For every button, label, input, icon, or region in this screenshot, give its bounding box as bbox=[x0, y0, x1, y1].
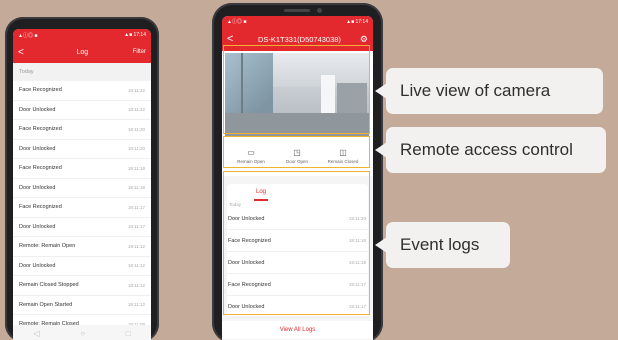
log-event-label: Door Unlocked bbox=[19, 223, 56, 230]
filter-button[interactable]: Filter bbox=[133, 49, 146, 55]
front-camera bbox=[317, 8, 322, 13]
log-event-label: Remote: Remain Open bbox=[19, 243, 76, 250]
log-event-time: 19:11:12 bbox=[127, 243, 145, 249]
log-row[interactable]: Door Unlocked 19:11:12 bbox=[13, 257, 151, 276]
log-row[interactable]: Door Unlocked 19:11:22 bbox=[13, 101, 151, 120]
phone-log-list: ▲ⓘ◎ ■ ▲■ 17:14 < Log Filter Today Face R… bbox=[5, 17, 159, 340]
log-event-label: Door Unlocked bbox=[19, 184, 56, 191]
status-icons-right: ▲■ 17:14 bbox=[124, 32, 146, 38]
speaker-grille bbox=[284, 9, 310, 12]
highlight-live-view bbox=[223, 45, 370, 134]
gear-icon[interactable]: ⚙ bbox=[360, 34, 368, 45]
callout-remote-access: Remote access control bbox=[386, 127, 606, 173]
android-nav-bar: ◁ ○ □ bbox=[13, 325, 151, 340]
highlight-remote-access bbox=[223, 136, 370, 168]
log-event-time: 19:11:17 bbox=[127, 224, 145, 230]
log-event-time: 19:11:17 bbox=[127, 204, 145, 210]
log-row[interactable]: Face Recognized 19:11:22 bbox=[13, 81, 151, 101]
log-event-time: 19:11:20 bbox=[127, 146, 145, 152]
callout-event-logs: Event logs bbox=[386, 222, 510, 268]
log-row[interactable]: Remain Open Started 19:11:12 bbox=[13, 296, 151, 315]
log-list: Face Recognized 19:11:22 Door Unlocked 19:1… bbox=[13, 81, 151, 335]
log-event-time: 19:11:20 bbox=[127, 126, 145, 132]
log-row[interactable]: Door Unlocked 19:11:20 bbox=[13, 140, 151, 159]
status-icons-left: ▲ⓘ◎ ■ bbox=[227, 19, 247, 25]
log-event-label: Remain Closed Stopped bbox=[19, 282, 79, 289]
device-title: DS-K1T331(D50743038) bbox=[257, 34, 341, 44]
log-event-label: Door Unlocked bbox=[19, 262, 56, 269]
status-icons-left: ▲ⓘ◎ ■ bbox=[18, 32, 38, 39]
log-row[interactable]: Face Recognized 19:11:17 bbox=[13, 198, 151, 218]
log-event-label: Face Recognized bbox=[19, 204, 62, 211]
nav-home-icon[interactable]: ○ bbox=[80, 329, 85, 338]
view-all-logs-button[interactable]: View All Logs bbox=[222, 321, 373, 339]
log-event-label: Remain Open Started bbox=[19, 301, 73, 308]
back-icon[interactable]: < bbox=[18, 47, 32, 58]
log-event-time: 19:11:22 bbox=[127, 107, 145, 113]
log-row[interactable]: Face Recognized 19:11:20 bbox=[13, 120, 151, 140]
status-bar: ▲ⓘ◎ ■ ▲■ 17:14 bbox=[13, 29, 151, 41]
log-row[interactable]: Door Unlocked 19:11:17 bbox=[13, 218, 151, 237]
log-event-label: Door Unlocked bbox=[19, 106, 56, 113]
log-event-time: 19:11:18 bbox=[127, 185, 145, 191]
page-title: Log bbox=[76, 48, 89, 56]
log-row[interactable]: Face Recognized 19:11:18 bbox=[13, 159, 151, 179]
log-event-time: 19:11:12 bbox=[127, 263, 145, 269]
log-event-label: Face Recognized bbox=[19, 126, 62, 133]
status-icons-right: ▲■ 17:14 bbox=[346, 18, 368, 25]
log-row[interactable]: Remote: Remain Open 19:11:12 bbox=[13, 237, 151, 257]
nav-back-icon[interactable]: ◁ bbox=[33, 329, 39, 338]
back-icon[interactable]: < bbox=[227, 33, 239, 45]
log-row[interactable]: Remain Closed Stopped 19:11:12 bbox=[13, 276, 151, 296]
callout-live-view: Live view of camera bbox=[386, 68, 603, 114]
log-event-label: Face Recognized bbox=[19, 87, 62, 94]
log-event-time: 19:11:12 bbox=[127, 302, 145, 308]
log-event-label: Door Unlocked bbox=[19, 145, 56, 152]
log-event-label: Face Recognized bbox=[19, 165, 62, 172]
section-header-today: Today bbox=[13, 63, 151, 81]
app-header: < Log Filter bbox=[13, 41, 151, 63]
log-event-time: 19:11:22 bbox=[127, 87, 145, 93]
log-event-time: 19:11:18 bbox=[127, 165, 145, 171]
status-bar: ▲ⓘ◎ ■ ▲■ 17:14 bbox=[222, 16, 373, 27]
nav-recent-icon[interactable]: □ bbox=[126, 329, 131, 338]
log-row[interactable]: Door Unlocked 19:11:18 bbox=[13, 179, 151, 198]
phone1-screen: ▲ⓘ◎ ■ ▲■ 17:14 < Log Filter Today Face R… bbox=[13, 29, 151, 340]
highlight-event-logs bbox=[223, 171, 370, 315]
log-event-time: 19:11:12 bbox=[127, 282, 145, 288]
